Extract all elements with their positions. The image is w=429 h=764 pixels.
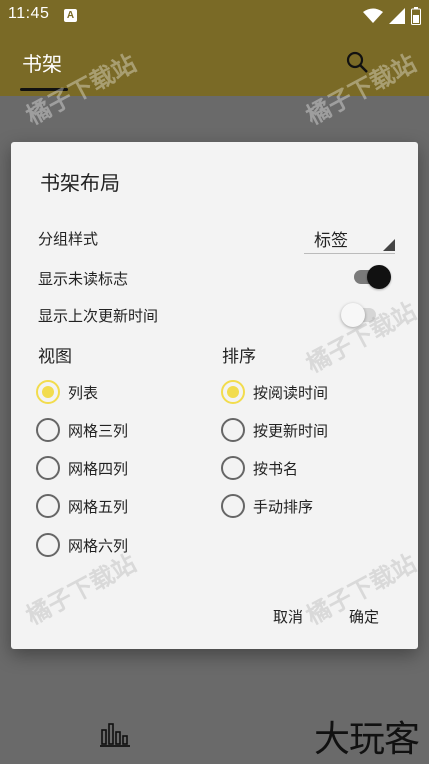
radio-button[interactable] xyxy=(36,533,60,557)
cancel-button[interactable]: 取消 xyxy=(273,606,303,627)
radio-button[interactable] xyxy=(36,494,60,518)
radio-label: 网格五列 xyxy=(68,497,129,516)
bookshelf-layout-dialog: 书架布局 分组样式 标签 显示未读标志 显示上次更新时间 视图 排序 列表 网格… xyxy=(11,142,418,649)
show-unread-switch[interactable] xyxy=(351,263,391,289)
status-icons xyxy=(363,7,421,25)
search-icon[interactable] xyxy=(345,50,369,74)
sort-option-manual[interactable]: 手动排序 xyxy=(221,492,313,520)
radio-label: 列表 xyxy=(68,383,99,402)
show-unread-label: 显示未读标志 xyxy=(38,270,129,288)
view-option-grid-6[interactable]: 网格六列 xyxy=(36,531,128,559)
sort-section-title: 排序 xyxy=(222,347,256,367)
view-option-grid-4[interactable]: 网格四列 xyxy=(36,454,128,482)
switch-thumb xyxy=(341,303,365,327)
radio-label: 网格六列 xyxy=(68,536,129,555)
group-style-label: 分组样式 xyxy=(38,230,99,248)
bar-chart-icon[interactable] xyxy=(100,720,130,748)
radio-button[interactable] xyxy=(36,456,60,480)
radio-label: 按更新时间 xyxy=(253,421,329,440)
view-option-grid-5[interactable]: 网格五列 xyxy=(36,492,128,520)
status-time: 11:45 xyxy=(8,5,50,22)
sort-option-update-time[interactable]: 按更新时间 xyxy=(221,416,328,444)
battery-icon xyxy=(411,7,421,25)
signal-icon xyxy=(389,8,405,24)
radio-button[interactable] xyxy=(221,456,245,480)
show-last-update-label: 显示上次更新时间 xyxy=(38,307,159,325)
brand-watermark: 大玩客 xyxy=(313,719,420,760)
status-bar: 11:45 A xyxy=(0,0,429,32)
radio-label: 网格四列 xyxy=(68,459,129,478)
radio-button[interactable] xyxy=(36,380,60,404)
group-style-value: 标签 xyxy=(314,231,348,251)
confirm-button[interactable]: 确定 xyxy=(349,606,379,627)
radio-button[interactable] xyxy=(221,494,245,518)
show-last-update-switch[interactable] xyxy=(341,301,381,327)
notification-app-icon: A xyxy=(64,9,77,22)
view-option-list[interactable]: 列表 xyxy=(36,378,98,406)
view-section-title: 视图 xyxy=(38,347,72,367)
radio-label: 按阅读时间 xyxy=(253,383,329,402)
tab-indicator xyxy=(20,88,68,91)
tab-bookshelf[interactable]: 书架 xyxy=(22,48,62,77)
app-bar: 书架 xyxy=(0,32,429,96)
radio-button[interactable] xyxy=(36,418,60,442)
dropdown-arrow-icon xyxy=(383,239,395,251)
sort-option-read-time[interactable]: 按阅读时间 xyxy=(221,378,328,406)
sort-option-book-name[interactable]: 按书名 xyxy=(221,454,298,482)
group-style-select[interactable]: 标签 xyxy=(304,224,395,254)
radio-label: 网格三列 xyxy=(68,421,129,440)
radio-label: 按书名 xyxy=(253,459,299,478)
wifi-icon xyxy=(363,8,383,23)
switch-thumb xyxy=(367,265,391,289)
view-option-grid-3[interactable]: 网格三列 xyxy=(36,416,128,444)
radio-button[interactable] xyxy=(221,380,245,404)
radio-label: 手动排序 xyxy=(253,497,314,516)
dialog-title: 书架布局 xyxy=(40,171,120,195)
bottom-nav: 大玩客 xyxy=(0,700,429,764)
radio-button[interactable] xyxy=(221,418,245,442)
